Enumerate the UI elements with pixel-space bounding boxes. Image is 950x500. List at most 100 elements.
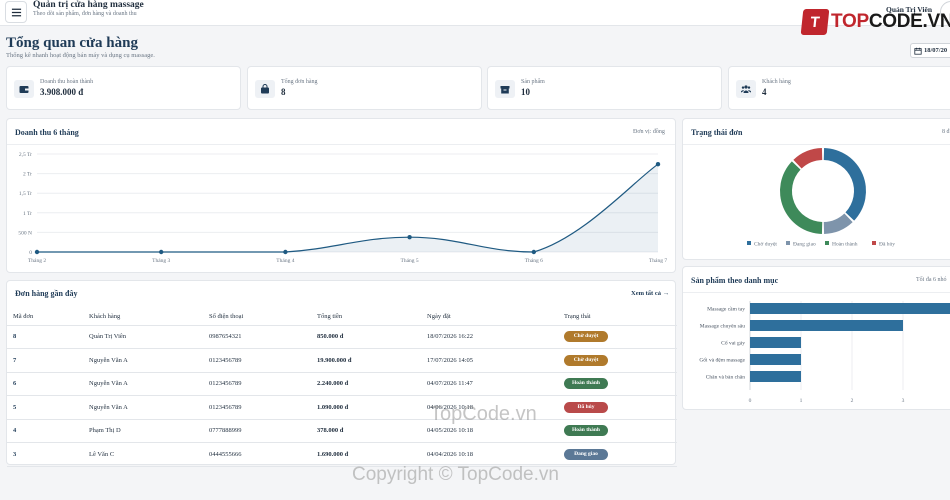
app-subtitle: Theo dõi sản phẩm, đơn hàng và doanh thu — [33, 11, 137, 17]
revenue-point[interactable] — [34, 249, 40, 255]
watermark-copyright: Copyright © TopCode.vn — [352, 464, 559, 485]
category-bar[interactable] — [750, 354, 801, 365]
x-tick-label: Tháng 5 — [401, 258, 419, 264]
x-tick-label: Tháng 6 — [525, 258, 543, 264]
status-badge: Chờ duyệt — [564, 331, 608, 343]
customer-name: Nguyễn Văn A — [83, 372, 203, 396]
x-tick-label: 2 — [851, 398, 854, 404]
revenue-unit: Đơn vị: đồng — [633, 129, 665, 135]
table-row[interactable]: 6 Nguyễn Văn A 0123456789 2.240.000 đ 04/07/… — [7, 372, 677, 396]
revenue-point[interactable] — [159, 249, 164, 255]
order-total: 19.900.000 đ — [311, 348, 421, 373]
order-id: 8 — [7, 325, 83, 349]
table-row[interactable]: 5 Nguyễn Văn A 0123456789 1.090.000 đ 04/06/… — [7, 395, 677, 420]
page-subtitle: Thống kê nhanh hoạt động bán máy và dụng… — [6, 52, 155, 59]
stat-value: 8 — [281, 87, 286, 97]
column-header: Mã đơn — [7, 309, 83, 326]
category-chart-card: Sản phẩm theo danh mục Tối đa 6 nhó 0 1 2 3… — [682, 266, 950, 410]
app-title: Quản trị cửa hàng massage — [33, 0, 144, 10]
donut-slice[interactable] — [823, 148, 866, 221]
category-label: Massage cầm tay — [707, 306, 745, 313]
category-bar[interactable] — [750, 337, 801, 348]
phone-number: 0444555666 — [203, 442, 311, 467]
logo-mark-icon: T — [800, 9, 830, 35]
y-tick-label: 1 Tr — [23, 211, 32, 217]
revenue-point[interactable] — [655, 161, 661, 167]
customer-name: Phạm Thị D — [83, 419, 203, 443]
category-bar[interactable] — [750, 371, 801, 382]
phone-number: 0777888999 — [203, 419, 311, 443]
orders-table: Mã đơn Khách hàng Số điện thoại Tổng tiề… — [7, 309, 677, 467]
date-label: 18/07/20 — [924, 47, 948, 54]
status-cell: Hoàn thành — [558, 372, 677, 396]
recent-orders-card: Đơn hàng gần đây Xem tất cả → Mã đơn Khá… — [6, 280, 677, 467]
stat-label: Doanh thu hoàn thành — [40, 79, 94, 85]
customer-name: Nguyễn Văn A — [83, 395, 203, 420]
table-row[interactable]: 3 Lê Văn C 0444555666 1.690.000 đ 04/04/2026… — [7, 442, 677, 467]
date-picker-button[interactable]: 18/07/20 — [910, 43, 950, 58]
status-badge: Đang giao — [564, 448, 608, 460]
column-header: Khách hàng — [83, 309, 203, 326]
table-row[interactable]: 7 Nguyễn Văn A 0123456789 19.900.000 đ 17/07… — [7, 348, 677, 373]
column-header: Tổng tiền — [311, 309, 421, 326]
order-id: 6 — [7, 372, 83, 396]
order-id: 4 — [7, 419, 83, 443]
card-title: Trạng thái đơn — [691, 128, 743, 137]
x-tick-label: Tháng 4 — [276, 258, 294, 264]
revenue-point[interactable] — [531, 249, 536, 255]
hamburger-icon — [11, 8, 21, 16]
donut-slice[interactable] — [793, 148, 823, 169]
category-label: Chân và bàn chân — [706, 375, 745, 381]
category-label: Cổ vai gáy — [721, 340, 745, 347]
bag-icon — [255, 80, 275, 98]
order-id: 5 — [7, 395, 83, 420]
order-date: 18/07/2026 16:22 — [421, 325, 558, 349]
stat-card-products: Sản phẩm 10 — [487, 66, 722, 110]
order-total: 850.000 đ — [311, 325, 421, 349]
users-icon — [736, 80, 756, 98]
stat-value: 10 — [521, 87, 530, 97]
card-title: Doanh thu 6 tháng — [15, 128, 79, 137]
status-cell: Đang giao — [558, 442, 677, 467]
table-row[interactable]: 8 Quản Trị Viên 0987654321 850.000 đ 18/07/2… — [7, 325, 677, 349]
donut-slice[interactable] — [823, 213, 853, 234]
status-badge: Hoàn thành — [564, 425, 608, 437]
menu-toggle-button[interactable] — [5, 1, 27, 23]
table-row[interactable]: 4 Phạm Thị D 0777888999 378.000 đ 04/05/2026… — [7, 419, 677, 443]
stat-card-customers: Khách hàng 4 — [728, 66, 950, 110]
category-bar[interactable] — [750, 320, 903, 331]
revenue-point[interactable] — [407, 234, 412, 240]
order-total: 1.690.000 đ — [311, 442, 421, 467]
y-tick-label: 0 — [29, 250, 32, 256]
y-tick-label: 2,5 Tr — [19, 152, 32, 158]
order-total: 1.090.000 đ — [311, 395, 421, 420]
stat-label: Sản phẩm — [521, 79, 545, 85]
order-status-card: Trạng thái đơn 8 đ Chờ duyệt Đang giao Hoà… — [682, 118, 950, 260]
view-all-link[interactable]: Xem tất cả → — [631, 290, 669, 297]
y-tick-label: 500 N — [18, 230, 32, 236]
order-status-donut-chart: Chờ duyệt Đang giao Hoàn thành Đã hủy — [747, 148, 895, 248]
phone-number: 0987654321 — [203, 325, 311, 349]
category-bar[interactable] — [750, 303, 950, 314]
y-tick-label: 1,5 Tr — [19, 191, 32, 197]
x-tick-label: 0 — [749, 398, 752, 404]
stat-card-revenue: Doanh thu hoàn thành 3.908.000 đ — [6, 66, 241, 110]
category-bar-chart: 0 1 2 3 Massage cầm tay Massage chuyên sâu Cổ … — [699, 301, 950, 404]
phone-number: 0123456789 — [203, 372, 311, 396]
revenue-point[interactable] — [283, 249, 288, 255]
donut-slice[interactable] — [780, 161, 823, 234]
status-badge: Chờ duyệt — [564, 354, 608, 366]
page-title: Tổng quan cửa hàng — [6, 35, 138, 51]
card-title: Đơn hàng gần đây — [15, 289, 78, 298]
order-date: 04/07/2026 11:47 — [421, 372, 558, 396]
status-badge: Đã hủy — [564, 401, 608, 413]
legend-label: Đã hủy — [879, 242, 895, 248]
customer-name: Nguyễn Văn A — [83, 348, 203, 373]
customer-name: Lê Văn C — [83, 442, 203, 467]
revenue-area — [37, 164, 658, 252]
calendar-icon — [914, 47, 922, 55]
revenue-chart-card: Doanh thu 6 tháng Đơn vị: đồng 0 500 N 1 T… — [6, 118, 676, 273]
box-icon — [495, 80, 515, 98]
legend-swatch — [825, 241, 829, 245]
stat-label: Tổng đơn hàng — [281, 79, 318, 85]
